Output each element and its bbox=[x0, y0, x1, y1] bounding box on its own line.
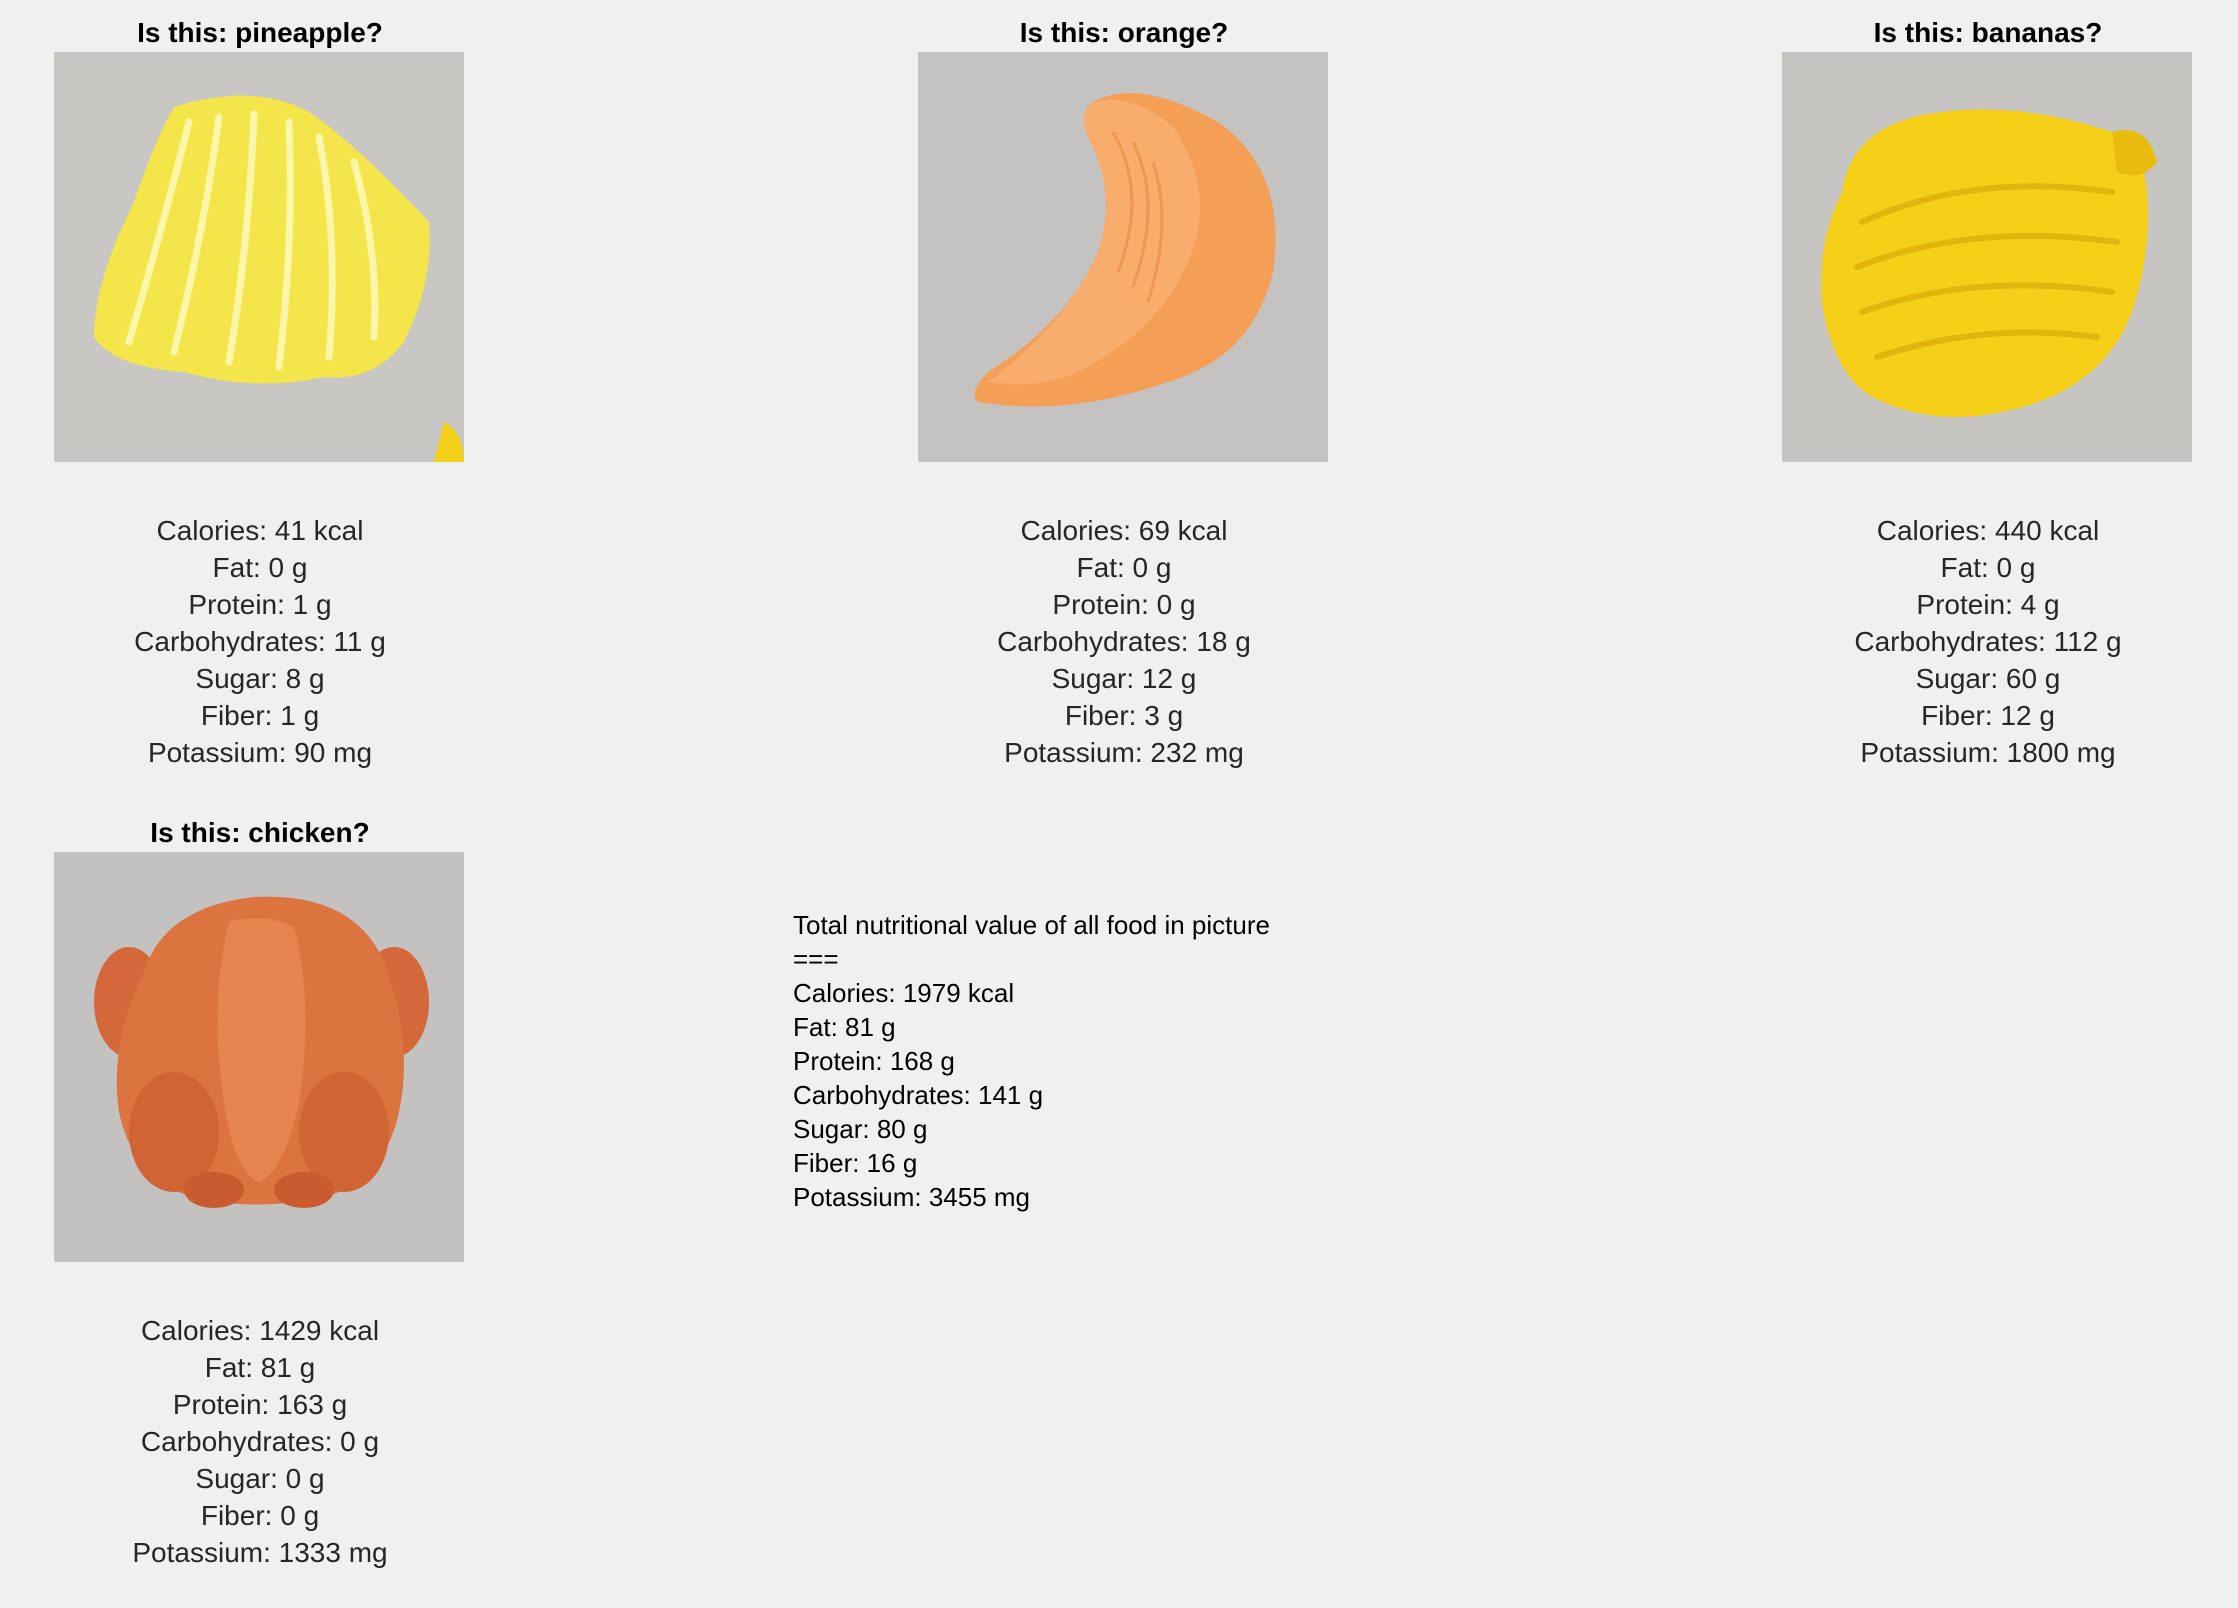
total-line: Fiber: 16 g bbox=[793, 1148, 918, 1178]
total-line: Protein: 168 g bbox=[793, 1046, 955, 1076]
total-line: Carbohydrates: 141 g bbox=[793, 1080, 1044, 1110]
nutrition-line: Fat: 81 g bbox=[204, 1352, 316, 1383]
chicken-photo bbox=[54, 852, 464, 1262]
nutrition-line: Carbohydrates: 18 g bbox=[997, 626, 1251, 657]
nutrition-line: Fat: 0 g bbox=[1076, 552, 1172, 583]
nutrition-line: Carbohydrates: 11 g bbox=[134, 626, 386, 657]
nutrition-line: Fat: 0 g bbox=[212, 552, 308, 583]
bananas-photo bbox=[1782, 52, 2192, 462]
nutrition-list: Calories: 41 kcal Fat: 0 g Protein: 1 g … bbox=[0, 512, 520, 771]
panel-title: Is this: chicken? bbox=[150, 817, 370, 848]
total-line: Potassium: 3455 mg bbox=[793, 1182, 1031, 1212]
nutrition-line: Sugar: 12 g bbox=[1051, 663, 1197, 694]
nutrition-list: Calories: 1429 kcal Fat: 81 g Protein: 1… bbox=[0, 1312, 520, 1571]
nutrition-line: Sugar: 8 g bbox=[195, 663, 325, 694]
pineapple-photo bbox=[54, 52, 464, 462]
orange-image bbox=[918, 52, 1328, 462]
nutrition-line: Protein: 1 g bbox=[188, 589, 332, 620]
nutrition-line: Calories: 41 kcal bbox=[156, 515, 364, 546]
total-line: Fat: 81 g bbox=[793, 1012, 896, 1042]
total-line: Calories: 1979 kcal bbox=[793, 978, 1015, 1008]
total-line: Sugar: 80 g bbox=[793, 1114, 928, 1144]
nutrition-list: Calories: 440 kcal Fat: 0 g Protein: 4 g… bbox=[1728, 512, 2238, 771]
panel-title: Is this: pineapple? bbox=[137, 17, 383, 48]
nutrition-line: Calories: 440 kcal bbox=[1876, 515, 2100, 546]
nutrition-line: Potassium: 232 mg bbox=[1004, 737, 1244, 768]
total-nutrition-summary: Total nutritional value of all food in p… bbox=[793, 908, 1493, 1214]
nutrition-line: Calories: 69 kcal bbox=[1020, 515, 1228, 546]
nutrition-line: Carbohydrates: 112 g bbox=[1854, 626, 2122, 657]
chicken-image bbox=[54, 852, 464, 1262]
nutrition-line: Sugar: 0 g bbox=[195, 1463, 325, 1494]
nutrition-line: Sugar: 60 g bbox=[1915, 663, 2061, 694]
nutrition-list: Calories: 69 kcal Fat: 0 g Protein: 0 g … bbox=[864, 512, 1384, 771]
nutrition-line: Fiber: 12 g bbox=[1921, 700, 2055, 731]
total-heading: Total nutritional value of all food in p… bbox=[793, 910, 1270, 940]
nutrition-line: Fat: 0 g bbox=[1940, 552, 2036, 583]
nutrition-line: Calories: 1429 kcal bbox=[140, 1315, 380, 1346]
panel-title: Is this: orange? bbox=[1019, 17, 1229, 48]
nutrition-line: Carbohydrates: 0 g bbox=[140, 1426, 380, 1457]
nutrition-line: Fiber: 1 g bbox=[200, 700, 320, 731]
total-separator: === bbox=[793, 944, 839, 974]
pineapple-image bbox=[54, 52, 464, 462]
nutrition-line: Fiber: 0 g bbox=[200, 1500, 320, 1531]
nutrition-line: Potassium: 90 mg bbox=[147, 737, 373, 768]
nutrition-line: Protein: 4 g bbox=[1916, 589, 2060, 620]
nutrition-line: Protein: 0 g bbox=[1052, 589, 1196, 620]
panel-title: Is this: bananas? bbox=[1873, 17, 2103, 48]
bananas-image bbox=[1782, 52, 2192, 462]
nutrition-line: Potassium: 1333 mg bbox=[132, 1537, 388, 1568]
nutrition-line: Potassium: 1800 mg bbox=[1860, 737, 2116, 768]
figure-window: Is this: pineapple? Calories: 41 kcal Fa… bbox=[0, 0, 2238, 1608]
nutrition-line: Protein: 163 g bbox=[172, 1389, 348, 1420]
orange-photo bbox=[918, 52, 1328, 462]
nutrition-line: Fiber: 3 g bbox=[1064, 700, 1184, 731]
